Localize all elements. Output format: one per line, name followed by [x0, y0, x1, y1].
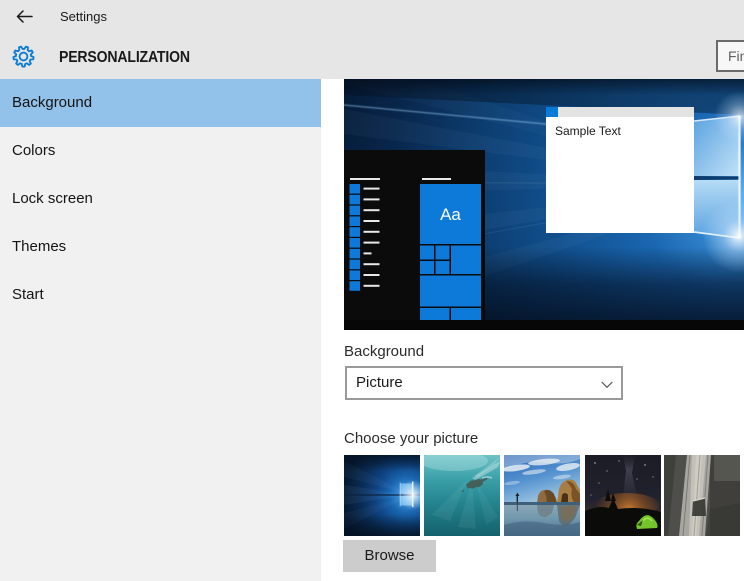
svg-text:Aa: Aa — [440, 205, 461, 224]
